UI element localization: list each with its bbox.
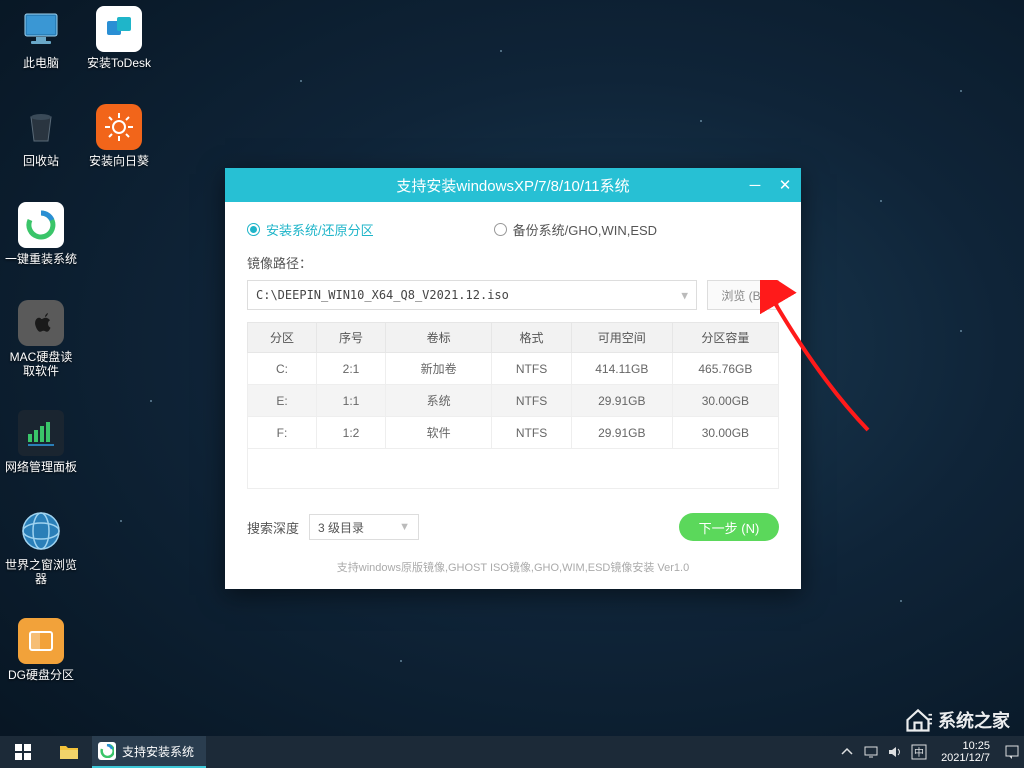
system-tray: 中 10:25 2021/12/7: [839, 736, 1024, 768]
table-row[interactable]: F:1:2软件NTFS29.91GB30.00GB: [248, 417, 779, 449]
col-format: 格式: [492, 323, 572, 353]
installer-window: 支持安装windowsXP/7/8/10/11系统 ─ ✕ 安装系统/还原分区 …: [225, 168, 801, 589]
desktop-icon-mac-disk[interactable]: MAC硬盘读取软件: [4, 300, 78, 378]
globe-icon: [18, 508, 64, 554]
watermark: 系统之家: [904, 706, 1010, 734]
sunflower-icon: [96, 104, 142, 150]
todesk-icon: [96, 6, 142, 52]
next-button[interactable]: 下一步 (N): [679, 513, 779, 541]
image-path-label: 镜像路径：: [247, 253, 779, 272]
taskbar-task-installer[interactable]: 支持安装系统: [92, 736, 206, 768]
tray-clock[interactable]: 10:25 2021/12/7: [935, 740, 996, 764]
network-icon: [18, 410, 64, 456]
desktop-icon-todesk[interactable]: 安装ToDesk: [82, 6, 156, 70]
tray-volume-icon[interactable]: [887, 744, 903, 760]
browse-button[interactable]: 浏览 (B): [707, 280, 779, 310]
desktop-icon-reinstall[interactable]: 一键重装系统: [4, 202, 78, 266]
footer-text: 支持windows原版镜像,GHOST ISO镜像,GHO,WIM,ESD镜像安…: [247, 559, 779, 575]
col-free: 可用空间: [571, 323, 672, 353]
minimize-button[interactable]: ─: [745, 175, 765, 195]
installer-task-icon: [98, 742, 116, 760]
tray-notification-icon[interactable]: [1004, 744, 1020, 760]
monitor-icon: [18, 6, 64, 52]
radio-backup[interactable]: 备份系统/GHO,WIN,ESD: [494, 220, 657, 239]
col-label: 卷标: [386, 323, 492, 353]
desktop-icon-this-pc[interactable]: 此电脑: [4, 6, 78, 70]
folder-icon: [59, 743, 79, 761]
table-row[interactable]: E:1:1系统NTFS29.91GB30.00GB: [248, 385, 779, 417]
start-button[interactable]: [0, 736, 46, 768]
radio-dot-icon: [247, 223, 260, 236]
radio-install-restore[interactable]: 安装系统/还原分区: [247, 220, 374, 239]
table-row-empty: [248, 449, 779, 489]
partition-table: 分区 序号 卷标 格式 可用空间 分区容量 C:2:1新加卷NTFS414.11…: [247, 322, 779, 489]
image-path-input[interactable]: C:\DEEPIN_WIN10_X64_Q8_V2021.12.iso ▼: [247, 280, 697, 310]
dropdown-icon[interactable]: ▼: [681, 289, 688, 302]
taskbar: 支持安装系统 中 10:25 2021/12/7: [0, 736, 1024, 768]
desktop-icon-recycle-bin[interactable]: 回收站: [4, 104, 78, 168]
close-button[interactable]: ✕: [775, 175, 795, 195]
tray-network-icon[interactable]: [863, 744, 879, 760]
desktop-icon-sunflower[interactable]: 安装向日葵: [82, 104, 156, 168]
desktop-icon-dg-partition[interactable]: DG硬盘分区: [4, 618, 78, 682]
radio-dot-icon: [494, 223, 507, 236]
partition-icon: [18, 618, 64, 664]
col-total: 分区容量: [672, 323, 778, 353]
tray-chevron-icon[interactable]: [839, 744, 855, 760]
reinstall-icon: [18, 202, 64, 248]
desktop-icon-browser[interactable]: 世界之窗浏览器: [4, 508, 78, 586]
tray-ime-icon[interactable]: 中: [911, 744, 927, 760]
dropdown-icon: ▼: [399, 521, 410, 533]
col-index: 序号: [317, 323, 386, 353]
windows-icon: [15, 744, 31, 760]
search-depth-select[interactable]: 3 级目录 ▼: [309, 514, 419, 540]
search-depth-label: 搜索深度: [247, 518, 299, 537]
table-header-row: 分区 序号 卷标 格式 可用空间 分区容量: [248, 323, 779, 353]
house-icon: [904, 706, 932, 734]
titlebar[interactable]: 支持安装windowsXP/7/8/10/11系统 ─ ✕: [225, 168, 801, 202]
table-row[interactable]: C:2:1新加卷NTFS414.11GB465.76GB: [248, 353, 779, 385]
col-partition: 分区: [248, 323, 317, 353]
apple-icon: [18, 300, 64, 346]
svg-text:中: 中: [914, 746, 924, 759]
trash-icon: [18, 104, 64, 150]
window-title: 支持安装windowsXP/7/8/10/11系统: [396, 175, 629, 196]
taskbar-explorer[interactable]: [46, 736, 92, 768]
desktop-icon-network-panel[interactable]: 网络管理面板: [4, 410, 78, 474]
